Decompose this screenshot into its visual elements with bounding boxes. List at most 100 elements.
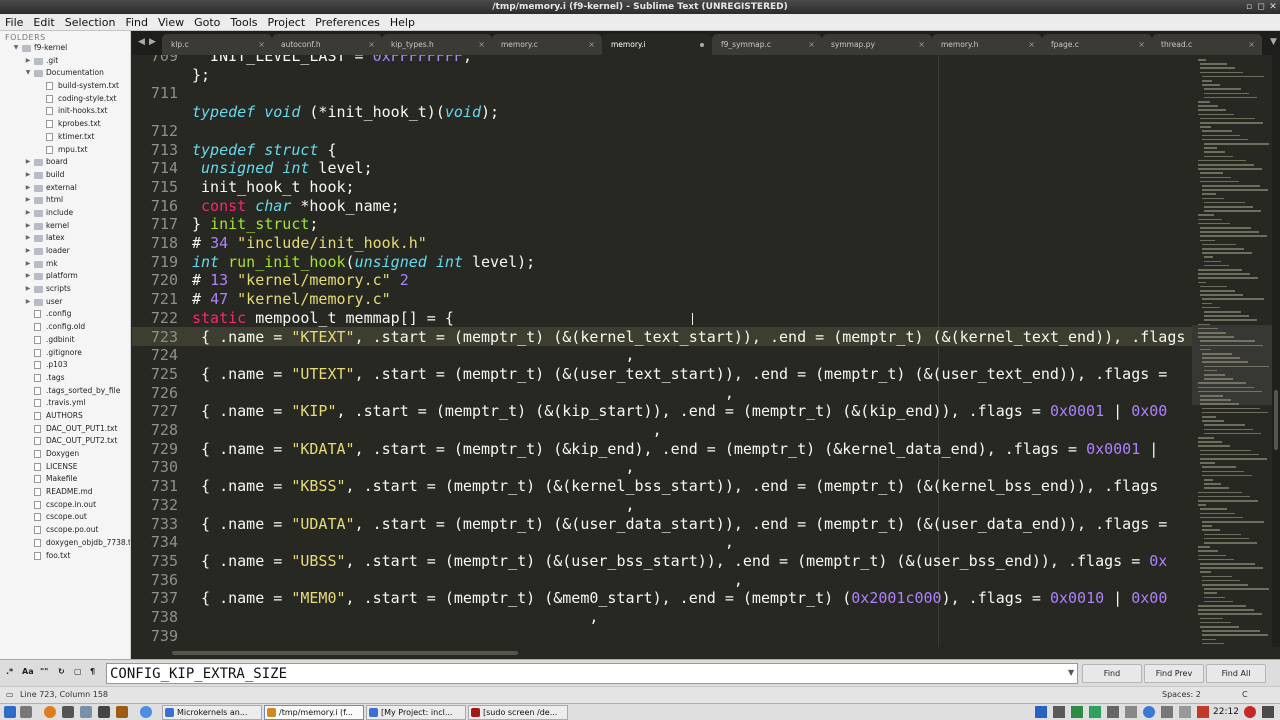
tab-close-icon[interactable]: × <box>1138 34 1145 55</box>
code-line[interactable]: { .name = "KDATA", .start = (memptr_t) (… <box>192 440 1158 458</box>
clock[interactable]: 22:12 <box>1213 704 1239 720</box>
sidebar-file[interactable]: LICENSE <box>0 461 130 474</box>
code-line[interactable]: const char *hook_name; <box>192 197 400 215</box>
updates-icon[interactable] <box>1071 706 1083 718</box>
sidebar-folder[interactable]: ▶ external <box>0 182 130 195</box>
code-line[interactable]: , <box>192 496 634 514</box>
sidebar-file[interactable]: DAC_OUT_PUT2.txt <box>0 435 130 448</box>
collapsed-arrow-icon[interactable]: ▶ <box>24 55 32 68</box>
file-manager-icon[interactable] <box>80 706 92 718</box>
sidebar-file[interactable]: AUTHORS <box>0 410 130 423</box>
sidebar-file[interactable]: mpu.txt <box>0 144 130 157</box>
sidebar-folder[interactable]: ▶ kernel <box>0 220 130 233</box>
tab-kip-types-h[interactable]: kip_types.h × <box>382 34 492 55</box>
panel-toggle-icon[interactable]: ▭ <box>6 690 16 699</box>
sidebar-folder[interactable]: ▼ Documentation <box>0 67 130 80</box>
editor-launcher-icon[interactable] <box>98 706 110 718</box>
menu-project[interactable]: Project <box>263 14 311 30</box>
taskbar-task[interactable]: [My Project: incl... <box>366 705 466 720</box>
tab-fpage-c[interactable]: fpage.c × <box>1042 34 1152 55</box>
find-button[interactable]: Find <box>1082 664 1142 683</box>
collapsed-arrow-icon[interactable]: ▶ <box>24 232 32 245</box>
code-line[interactable]: , <box>192 571 743 589</box>
find-history-icon[interactable]: ▼ <box>1068 668 1074 677</box>
settings-tray-icon[interactable] <box>1179 706 1191 718</box>
tab-close-icon[interactable]: × <box>918 34 925 55</box>
collapsed-arrow-icon[interactable]: ▶ <box>24 156 32 169</box>
code-line[interactable]: , <box>192 384 734 402</box>
expanded-arrow-icon[interactable]: ▼ <box>24 67 32 80</box>
sidebar-file[interactable]: .p103 <box>0 359 130 372</box>
collapsed-arrow-icon[interactable]: ▶ <box>24 245 32 258</box>
taskbar-task[interactable]: [sudo screen /de... <box>468 705 568 720</box>
sidebar-file[interactable]: build-system.txt <box>0 80 130 93</box>
sidebar-folder[interactable]: ▶ build <box>0 169 130 182</box>
menu-find[interactable]: Find <box>120 14 153 30</box>
menu-preferences[interactable]: Preferences <box>310 14 385 30</box>
sidebar-folder[interactable]: ▶ mk <box>0 258 130 271</box>
collapsed-arrow-icon[interactable]: ▶ <box>24 296 32 309</box>
tab-prev-icon[interactable]: ◀ <box>138 37 145 47</box>
tab-close-icon[interactable]: × <box>1028 34 1035 55</box>
maximize-icon[interactable]: ◻ <box>1256 2 1266 12</box>
whole-word-toggle[interactable]: "" <box>40 667 48 676</box>
collapsed-arrow-icon[interactable]: ▶ <box>24 283 32 296</box>
tab-close-icon[interactable]: × <box>1248 34 1255 55</box>
code-line[interactable]: typedef struct { <box>192 141 337 159</box>
minimap[interactable] <box>1192 55 1272 647</box>
taskbar-task[interactable]: Microkernels an... <box>162 705 262 720</box>
start-menu-icon[interactable] <box>4 706 16 718</box>
tab-autoconf-h[interactable]: autoconf.h × <box>272 34 382 55</box>
menu-edit[interactable]: Edit <box>28 14 59 30</box>
notification-icon[interactable] <box>1197 706 1209 718</box>
collapsed-arrow-icon[interactable]: ▶ <box>24 194 32 207</box>
taskbar-task[interactable]: /tmp/memory.i (f... <box>264 705 364 720</box>
code-line[interactable]: { .name = "UTEXT", .start = (memptr_t) (… <box>192 365 1167 383</box>
collapsed-arrow-icon[interactable]: ▶ <box>24 182 32 195</box>
code-line[interactable]: , <box>192 458 634 476</box>
highlight-toggle[interactable]: ¶ <box>90 667 95 676</box>
collapsed-arrow-icon[interactable]: ▶ <box>24 207 32 220</box>
close-icon[interactable]: ✕ <box>1268 2 1278 12</box>
code-line[interactable]: # 13 "kernel/memory.c" 2 <box>192 271 409 289</box>
tab-symmap-py[interactable]: symmap.py × <box>822 34 932 55</box>
code-line[interactable]: int run_init_hook(unsigned int level); <box>192 253 535 271</box>
code-line[interactable]: { .name = "MEM0", .start = (memptr_t) (&… <box>192 589 1167 607</box>
code-line[interactable]: { .name = "UDATA", .start = (memptr_t) (… <box>192 515 1167 533</box>
collapsed-arrow-icon[interactable]: ▶ <box>24 220 32 233</box>
sidebar-file[interactable]: init-hooks.txt <box>0 105 130 118</box>
menu-file[interactable]: File <box>0 14 28 30</box>
code-line[interactable]: init_hook_t hook; <box>192 178 355 196</box>
menu-view[interactable]: View <box>153 14 189 30</box>
code-line[interactable]: { .name = "KTEXT", .start = (memptr_t) (… <box>192 328 1185 346</box>
code-line[interactable]: # 34 "include/init_hook.h" <box>192 234 427 252</box>
sidebar-file[interactable]: ktimer.txt <box>0 131 130 144</box>
in-selection-toggle-icon[interactable]: ▢ <box>74 667 82 676</box>
tab-f9-symmap-c[interactable]: f9_symmap.c × <box>712 34 822 55</box>
find-prev-button[interactable]: Find Prev <box>1144 664 1204 683</box>
sidebar-file[interactable]: Makefile <box>0 473 130 486</box>
tab-next-icon[interactable]: ▶ <box>149 37 156 47</box>
sidebar-file[interactable]: README.md <box>0 486 130 499</box>
sidebar-file[interactable]: doxygen_objdb_7738.tmp <box>0 537 130 550</box>
vertical-scrollbar[interactable] <box>1272 55 1280 647</box>
code-editor[interactable]: 709 INIT_LEVEL_LAST = 0xFFFFFFFF,}; 711 ty… <box>132 55 1192 647</box>
sidebar-folder[interactable]: ▶ html <box>0 194 130 207</box>
code-line[interactable]: # 47 "kernel/memory.c" <box>192 290 391 308</box>
sidebar-file[interactable]: .travis.yml <box>0 397 130 410</box>
sidebar-file[interactable]: cscope.out <box>0 511 130 524</box>
sidebar-folder[interactable]: ▶ .git <box>0 55 130 68</box>
code-line[interactable]: { .name = "KBSS", .start = (memptr_t) (&… <box>192 477 1158 495</box>
tab-list-icon[interactable]: ▼ <box>1270 37 1277 47</box>
volume-icon[interactable] <box>1107 706 1119 718</box>
code-line[interactable]: typedef void (*init_hook_t)(void); <box>192 103 499 121</box>
show-desktop-icon[interactable] <box>20 706 32 718</box>
sidebar-file[interactable]: .tags <box>0 372 130 385</box>
code-line[interactable]: { .name = "UBSS", .start = (memptr_t) (&… <box>192 552 1167 570</box>
sidebar-folder[interactable]: ▼ f9-kernel <box>0 42 130 55</box>
sidebar-folder[interactable]: ▶ loader <box>0 245 130 258</box>
sidebar-folder[interactable]: ▶ user <box>0 296 130 309</box>
sidebar-file[interactable]: coding-style.txt <box>0 93 130 106</box>
code-line[interactable]: }; <box>192 66 210 84</box>
sidebar-folder[interactable]: ▶ latex <box>0 232 130 245</box>
